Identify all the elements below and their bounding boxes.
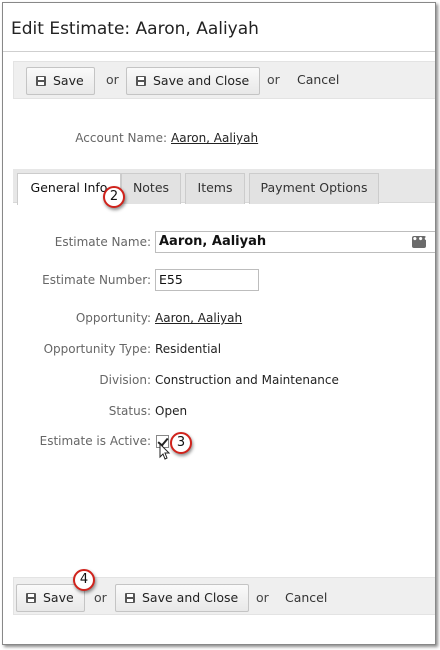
opportunity-link[interactable]: Aaron, Aaliyah [155, 311, 242, 325]
estimate-active-label: Estimate is Active: [39, 434, 151, 448]
tab-notes[interactable]: Notes [121, 173, 181, 204]
tab-general-info-label: General Info [30, 180, 108, 195]
division-label: Division: [99, 373, 151, 387]
callout-3: 3 [170, 432, 192, 454]
save-button-label: Save [53, 73, 84, 88]
more-options-icon[interactable]: ••• [412, 236, 429, 248]
account-name-link[interactable]: Aaron, Aaliyah [171, 131, 258, 145]
opportunity-label: Opportunity: [75, 311, 151, 325]
or-separator: or [267, 72, 280, 87]
tab-items-label: Items [197, 180, 233, 195]
tab-payment-options[interactable]: Payment Options [249, 173, 379, 204]
opportunity-type-value: Residential [155, 342, 222, 356]
tab-notes-label: Notes [132, 180, 170, 195]
mouse-pointer-icon [159, 443, 171, 460]
tab-payment-options-label: Payment Options [260, 180, 368, 195]
status-label: Status: [108, 404, 151, 418]
save-button-top[interactable]: Save [26, 67, 95, 95]
cancel-link-top[interactable]: Cancel [297, 72, 339, 87]
estimate-number-input[interactable]: E55 [155, 269, 259, 291]
title-divider [3, 51, 435, 52]
save-icon [136, 76, 146, 86]
save-icon [125, 593, 135, 603]
save-button-label: Save [43, 590, 74, 605]
status-value: Open [155, 404, 188, 418]
account-name-label: Account Name: [75, 131, 167, 145]
opportunity-type-label: Opportunity Type: [43, 342, 151, 356]
save-icon [36, 76, 46, 86]
save-and-close-label: Save and Close [153, 73, 250, 88]
save-and-close-label: Save and Close [142, 590, 239, 605]
save-and-close-button-top[interactable]: Save and Close [126, 67, 261, 95]
tab-bar: General Info Notes Items Payment Options [13, 169, 435, 205]
tab-items[interactable]: Items [185, 173, 245, 204]
save-and-close-button-bottom[interactable]: Save and Close [115, 584, 250, 612]
callout-2: 2 [103, 186, 125, 208]
estimate-name-value: Aaron, Aaliyah [159, 234, 267, 249]
or-separator: or [94, 590, 107, 605]
save-button-bottom[interactable]: Save [16, 584, 85, 612]
estimate-number-value: E55 [159, 272, 183, 287]
or-separator: or [106, 72, 119, 87]
estimate-name-label: Estimate Name: [54, 235, 151, 249]
or-separator: or [256, 590, 269, 605]
edit-estimate-window: Edit Estimate: Aaron, Aaliyah Save or Sa… [2, 2, 436, 645]
cancel-link-bottom[interactable]: Cancel [285, 590, 327, 605]
estimate-number-label: Estimate Number: [42, 273, 151, 287]
save-icon [26, 593, 36, 603]
page-title: Edit Estimate: Aaron, Aaliyah [11, 19, 259, 39]
division-value: Construction and Maintenance [155, 373, 339, 387]
estimate-name-input[interactable]: Aaron, Aaliyah ••• [155, 231, 435, 253]
callout-4: 4 [73, 569, 95, 591]
top-toolbar: Save or Save and Close or Cancel [13, 61, 435, 99]
